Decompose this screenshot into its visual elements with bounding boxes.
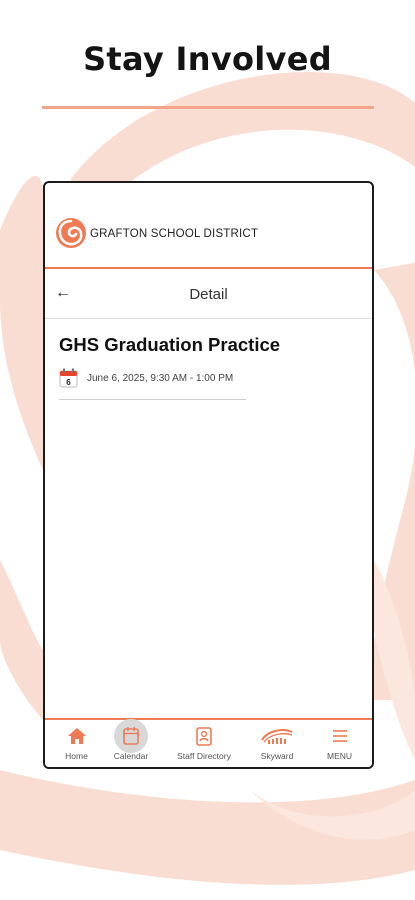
- tab-label-home: Home: [65, 751, 88, 761]
- tab-skyward[interactable]: Skyward: [247, 720, 307, 767]
- tab-menu[interactable]: MENU: [307, 720, 372, 767]
- bottom-tab-bar: Home Calendar Staff Directory Skyward ME…: [45, 718, 372, 767]
- calendar-icon: 6: [59, 368, 78, 388]
- event-title: GHS Graduation Practice: [59, 334, 281, 355]
- headline-divider: [42, 106, 374, 109]
- tab-label-menu: MENU: [326, 751, 353, 761]
- district-name: GRAFTON SCHOOL DISTRICT: [90, 228, 259, 240]
- tab-staff-directory[interactable]: Staff Directory: [163, 720, 245, 767]
- tab-label-calendar: Calendar: [113, 751, 149, 761]
- tab-calendar[interactable]: Calendar: [103, 719, 159, 767]
- home-icon: [67, 728, 86, 744]
- district-header: GRAFTON SCHOOL DISTRICT: [45, 183, 372, 269]
- skyward-icon: [261, 729, 293, 744]
- tab-label-skyward: Skyward: [260, 751, 294, 761]
- hamburger-icon: [332, 730, 347, 742]
- page-title: Detail: [189, 286, 228, 303]
- contact-card-icon: [196, 727, 212, 746]
- calendar-tab-icon: [123, 727, 139, 745]
- tab-home[interactable]: Home: [49, 720, 104, 767]
- event-datetime: June 6, 2025, 9:30 AM - 1:00 PM: [87, 373, 234, 384]
- promo-headline: Stay Involved: [83, 40, 332, 78]
- detail-navbar: ← Detail: [45, 271, 372, 319]
- tab-label-staff-directory: Staff Directory: [177, 751, 231, 761]
- event-divider: [59, 399, 246, 400]
- phone-screen: GRAFTON SCHOOL DISTRICT ← Detail GHS Gra…: [43, 181, 374, 769]
- calendar-day-number: 6: [66, 378, 71, 387]
- district-logo-icon: [56, 218, 86, 248]
